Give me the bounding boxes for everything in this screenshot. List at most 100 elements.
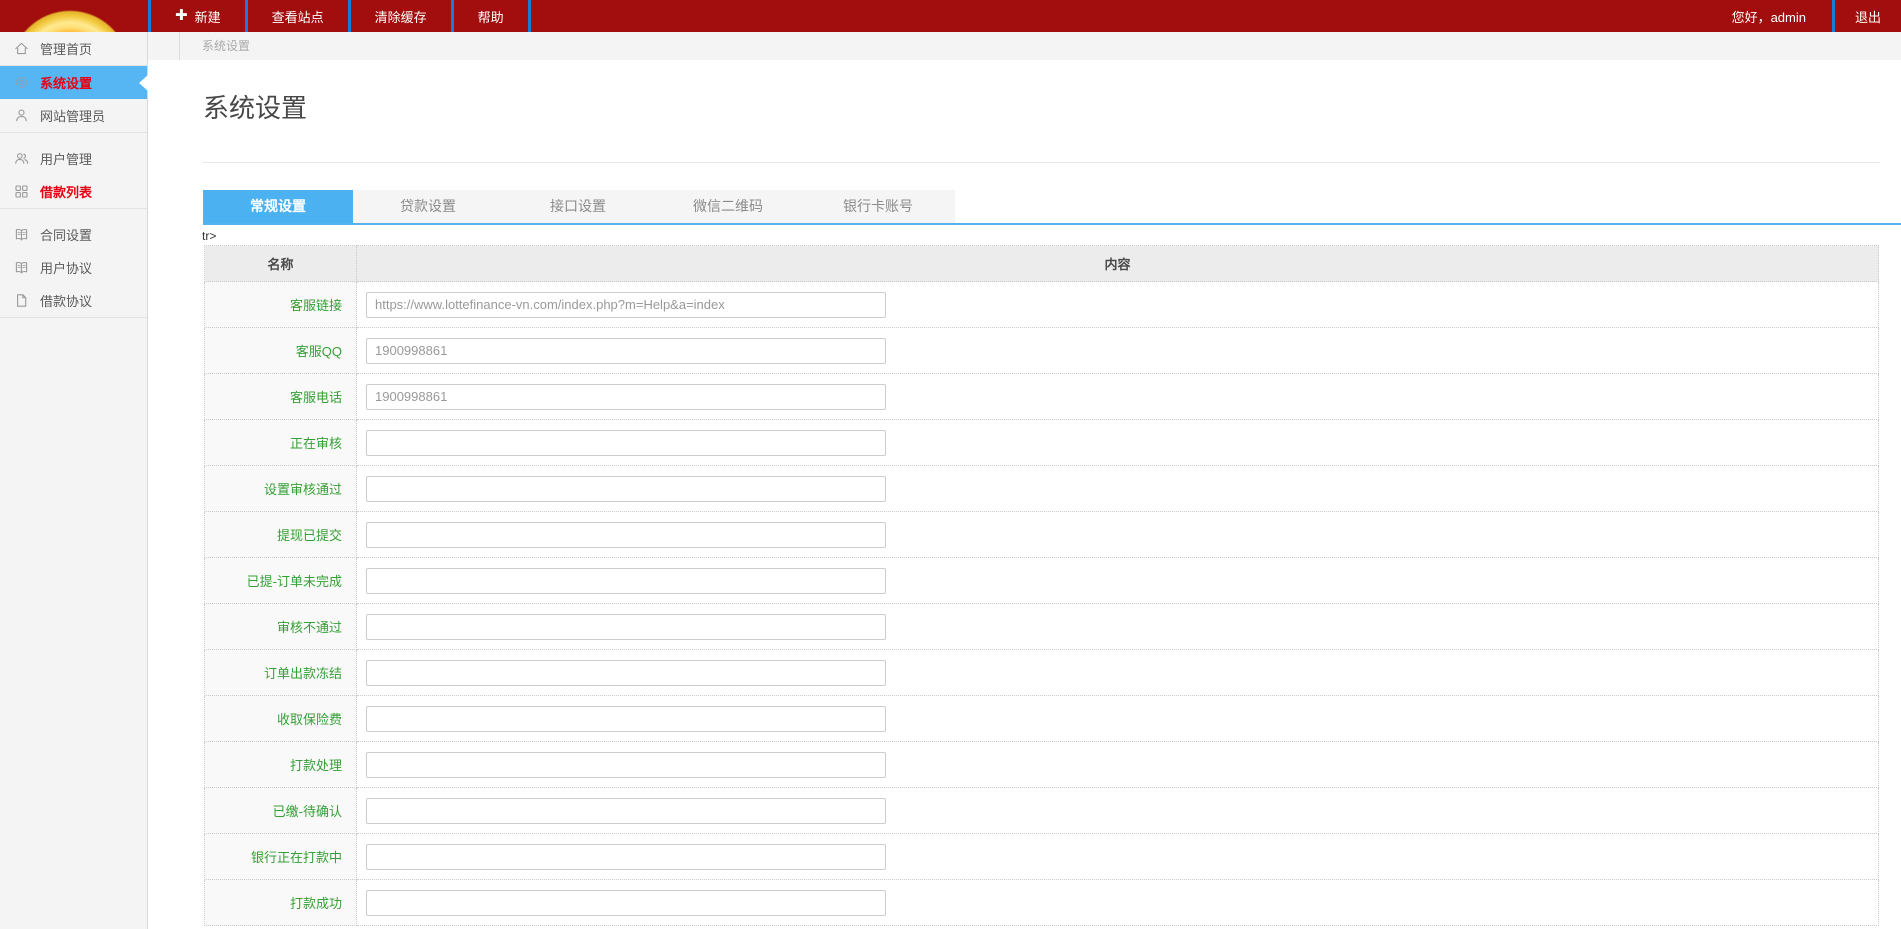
setting-value-input[interactable] (366, 751, 886, 778)
main-content: 系统设置 常规设置 贷款设置 接口设置 微信二维码 银行卡账号 tr> 名称 内容 客服… (148, 60, 1901, 929)
topbar-button-label: 新建 (194, 9, 221, 25)
sidebar-group: 用户管理借款列表 (0, 142, 147, 209)
table-row: 客服QQ (204, 327, 1879, 374)
setting-label: 已缴-待确认 (204, 787, 357, 834)
table-row: 设置审核通过 (204, 465, 1879, 512)
setting-value-input[interactable] (366, 659, 886, 686)
sidebar-item-label: 用户协议 (40, 261, 93, 276)
topbar-button-label: 清除缓存 (374, 9, 427, 25)
setting-value-cell (356, 879, 1879, 926)
sidebar-item-借款列表[interactable]: 借款列表 (0, 175, 147, 208)
tab-接口设置[interactable]: 接口设置 (503, 190, 653, 223)
topbar-button[interactable]: 清除缓存 (351, 0, 451, 32)
setting-value-input[interactable] (366, 567, 886, 594)
sidebar-item-系统设置[interactable]: 系统设置 (0, 66, 148, 99)
title-divider (203, 162, 1880, 163)
table-row: 客服电话 (204, 373, 1879, 420)
sidebar-item-借款协议[interactable]: 借款协议 (0, 284, 147, 317)
setting-value-input[interactable] (366, 705, 886, 732)
topbar-button[interactable]: 查看站点 (248, 0, 348, 32)
sidebar-item-用户协议[interactable]: 用户协议 (0, 251, 147, 284)
setting-value-input[interactable] (366, 475, 886, 502)
sidebar-item-网站管理员[interactable]: 网站管理员 (0, 99, 147, 132)
table-row: 订单出款冻结 (204, 649, 1879, 696)
breadcrumb: 系统设置 (202, 39, 251, 53)
table-row: 打款成功 (204, 879, 1879, 926)
table-row: 客服链接 (204, 281, 1879, 328)
setting-value-input[interactable] (366, 337, 886, 364)
setting-value-input[interactable] (366, 843, 886, 870)
plus-icon: ✚ (175, 7, 188, 24)
topbar-button-label: 帮助 (477, 9, 504, 25)
table-row: 收取保险费 (204, 695, 1879, 742)
table-header-row: 名称 内容 (204, 245, 1879, 282)
setting-value-input[interactable] (366, 383, 886, 410)
setting-value-cell (356, 373, 1879, 420)
breadcrumb-divider (179, 32, 180, 60)
topbar-button[interactable]: ✚ 新建 (151, 0, 245, 32)
setting-value-input[interactable] (366, 889, 886, 916)
setting-value-input[interactable] (366, 291, 886, 318)
home-icon (13, 41, 29, 57)
column-header-content: 内容 (356, 245, 1879, 282)
grid-icon (13, 184, 29, 200)
setting-value-input[interactable] (366, 613, 886, 640)
topbar-button[interactable]: 帮助 (454, 0, 528, 32)
table-row: 提现已提交 (204, 511, 1879, 558)
user-greeting: 您好，admin (1731, 9, 1806, 25)
sun-logo-icon (10, 10, 130, 32)
active-item-arrow (139, 74, 148, 91)
setting-value-input[interactable] (366, 797, 886, 824)
setting-value-cell (356, 281, 1879, 328)
sidebar-group: 管理首页 (0, 32, 147, 66)
setting-value-cell (356, 741, 1879, 788)
settings-table: 名称 内容 客服链接客服QQ客服电话正在审核设置审核通过提现已提交已提-订单未完… (204, 245, 1879, 926)
file-icon (13, 293, 29, 309)
setting-label: 银行正在打款中 (204, 833, 357, 880)
setting-value-cell (356, 649, 1879, 696)
topbar: ✚ 新建 查看站点 清除缓存 帮助 您好，admin 退出 (0, 0, 1901, 32)
setting-label: 打款处理 (204, 741, 357, 788)
setting-value-cell (356, 511, 1879, 558)
sidebar-item-用户管理[interactable]: 用户管理 (0, 142, 147, 175)
page-title: 系统设置 (203, 93, 308, 123)
logout-button[interactable]: 退出 (1835, 0, 1901, 32)
gear-icon (13, 75, 29, 91)
stray-text: tr> (202, 229, 217, 243)
user-icon (13, 108, 29, 124)
tab-常规设置[interactable]: 常规设置 (203, 190, 353, 223)
setting-label: 打款成功 (204, 879, 357, 926)
setting-value-input[interactable] (366, 521, 886, 548)
setting-value-cell (356, 787, 1879, 834)
sidebar-item-合同设置[interactable]: 合同设置 (0, 218, 147, 251)
table-row: 已提-订单未完成 (204, 557, 1879, 604)
sidebar-item-管理首页[interactable]: 管理首页 (0, 32, 147, 65)
sidebar: 管理首页系统设置网站管理员用户管理借款列表合同设置用户协议借款协议 (0, 32, 148, 929)
table-row: 银行正在打款中 (204, 833, 1879, 880)
setting-value-cell (356, 695, 1879, 742)
book-icon (13, 227, 29, 243)
setting-value-cell (356, 603, 1879, 650)
table-row: 打款处理 (204, 741, 1879, 788)
topbar-menu: ✚ 新建 查看站点 清除缓存 帮助 (151, 0, 531, 32)
users-icon (13, 151, 29, 167)
sidebar-item-label: 合同设置 (40, 228, 93, 243)
sidebar-item-label: 借款协议 (40, 294, 93, 309)
setting-value-cell (356, 557, 1879, 604)
sidebar-item-label: 管理首页 (40, 42, 93, 57)
setting-label: 已提-订单未完成 (204, 557, 357, 604)
setting-value-input[interactable] (366, 429, 886, 456)
sidebar-item-label: 借款列表 (40, 185, 93, 200)
setting-label: 客服链接 (204, 281, 357, 328)
setting-label: 审核不通过 (204, 603, 357, 650)
sidebar-item-label: 网站管理员 (40, 109, 106, 124)
app-logo (0, 0, 148, 32)
table-row: 审核不通过 (204, 603, 1879, 650)
table-row: 正在审核 (204, 419, 1879, 466)
setting-label: 订单出款冻结 (204, 649, 357, 696)
tab-贷款设置[interactable]: 贷款设置 (353, 190, 503, 223)
tab-银行卡账号[interactable]: 银行卡账号 (803, 190, 953, 223)
tab-微信二维码[interactable]: 微信二维码 (653, 190, 803, 223)
sidebar-group: 合同设置用户协议借款协议 (0, 218, 147, 318)
